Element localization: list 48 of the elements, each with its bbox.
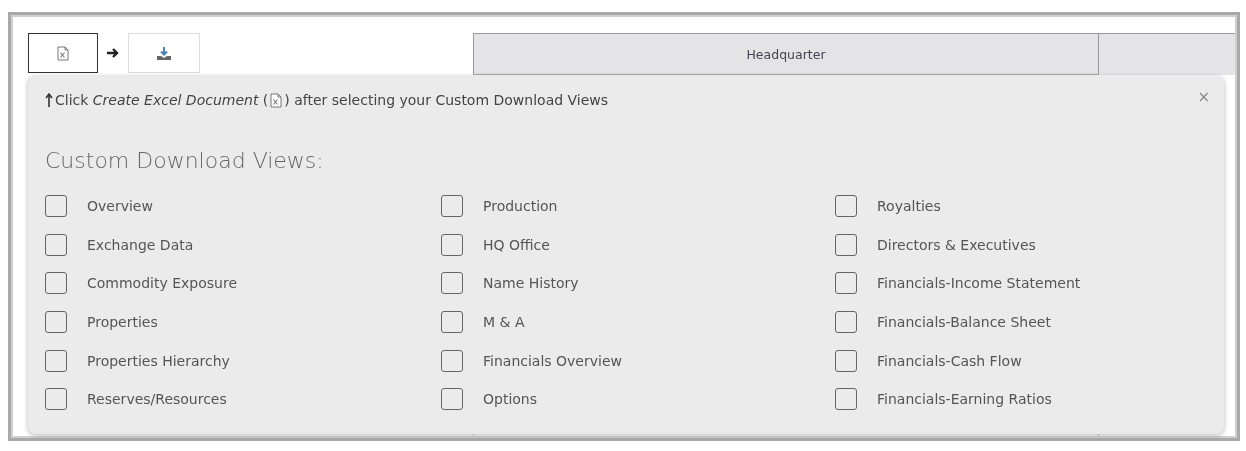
create-excel-button[interactable] [28,33,98,73]
checkbox-label: Reserves/Resources [87,391,227,408]
checkbox[interactable] [45,388,67,411]
checkbox-label: Directors & Executives [877,236,1036,253]
checkbox[interactable] [835,349,857,372]
checkbox[interactable] [835,272,857,295]
checkbox[interactable] [441,388,463,411]
checkbox-label: Financials Overview [483,352,622,369]
checkbox[interactable] [441,349,463,372]
checkbox-label: Royalties [877,198,941,215]
checkbox[interactable] [441,311,463,334]
checkbox[interactable] [45,195,67,218]
checkbox-label: Financials-Earning Ratios [877,391,1052,408]
download-icon [157,46,171,60]
checkbox[interactable] [441,195,463,218]
section-title: Custom Download Views: [45,148,325,173]
checkbox-label: Financials-Balance Sheet [877,314,1051,331]
checkbox-label: Production [483,198,558,215]
checkbox-label: Properties [87,314,158,331]
checkbox-label: Financials-Cash Flow [877,352,1022,369]
checkbox[interactable] [835,311,857,334]
checkbox-label: Name History [483,275,579,292]
checkbox-label: Commodity Exposure [87,275,237,292]
checkbox-label: HQ Office [483,236,550,253]
arrow-up-icon [45,93,53,107]
column-header: Headquarter [473,33,1098,75]
checkbox[interactable] [45,272,67,295]
close-button[interactable]: × [1197,88,1210,106]
spreadsheet-file-icon [270,92,283,108]
arrow-right-icon [106,47,120,59]
checkbox-label: Properties Hierarchy [87,352,230,369]
checkbox[interactable] [835,388,857,411]
checkbox[interactable] [45,233,67,256]
checkbox-label: M & A [483,314,525,331]
checkbox-label: Exchange Data [87,236,194,253]
download-button[interactable] [128,33,200,73]
checkbox[interactable] [45,349,67,372]
checkbox[interactable] [45,311,67,334]
spreadsheet-file-icon [57,45,69,61]
checkbox[interactable] [441,272,463,295]
checkbox-label: Financials-Income Statement [877,275,1081,292]
checkbox-label: Options [483,391,538,408]
hint-text: ) after selecting your Custom Download Views [284,92,609,108]
checkbox-label: Overview [87,198,153,215]
checkbox[interactable] [441,233,463,256]
checkbox[interactable] [835,233,857,256]
checkbox[interactable] [835,195,857,218]
hint-text: Click Create Excel Document ( [55,92,269,108]
